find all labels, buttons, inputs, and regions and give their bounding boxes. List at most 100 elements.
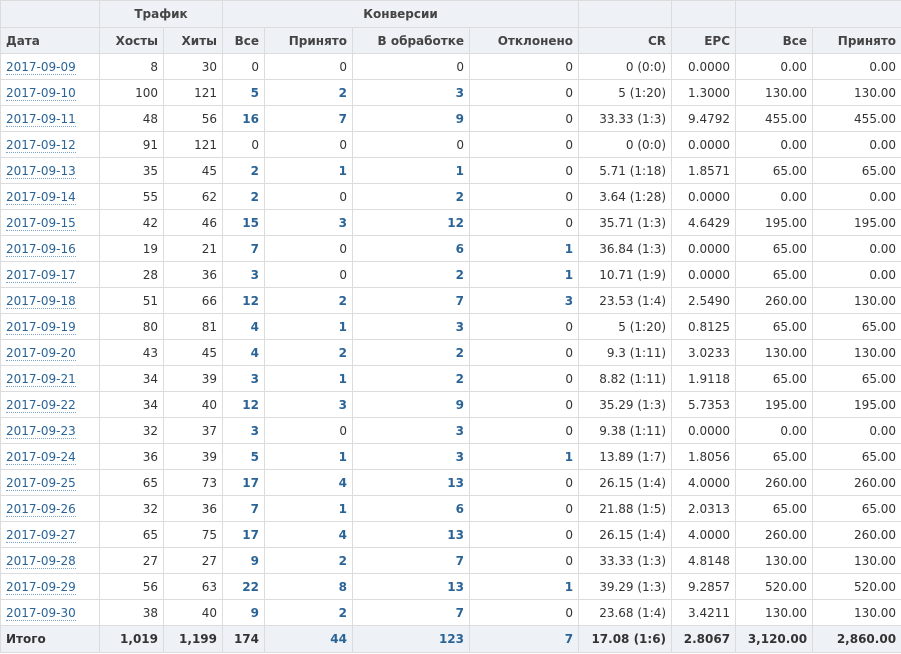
- col-header-hosts[interactable]: Хосты: [99, 27, 164, 54]
- col-header-conv-accepted[interactable]: Принято: [264, 27, 353, 54]
- conv-accepted-link[interactable]: 7: [339, 112, 347, 126]
- col-header-date[interactable]: Дата: [0, 27, 100, 54]
- conv-processing-link[interactable]: 9: [456, 112, 464, 126]
- date-link[interactable]: 2017-09-17: [6, 267, 76, 283]
- conv-accepted-link[interactable]: 1: [339, 372, 347, 386]
- conv-processing-link[interactable]: 6: [456, 242, 464, 256]
- conv-processing-link[interactable]: 2: [456, 372, 464, 386]
- conv-processing-link[interactable]: 2: [456, 268, 464, 282]
- conv-all-link[interactable]: 3: [251, 372, 259, 386]
- date-link[interactable]: 2017-09-18: [6, 293, 76, 309]
- conv-processing-link[interactable]: 3: [456, 86, 464, 100]
- date-link[interactable]: 2017-09-30: [6, 605, 76, 621]
- conv-processing-link[interactable]: 2: [456, 190, 464, 204]
- conv-all-link[interactable]: 22: [242, 580, 259, 594]
- date-link[interactable]: 2017-09-10: [6, 85, 76, 101]
- date-link[interactable]: 2017-09-21: [6, 371, 76, 387]
- date-link[interactable]: 2017-09-12: [6, 137, 76, 153]
- conv-all-link[interactable]: 15: [242, 216, 259, 230]
- conv-all-link[interactable]: 12: [242, 398, 259, 412]
- col-header-conv-processing[interactable]: В обработке: [352, 27, 470, 54]
- conv-all-link[interactable]: 5: [251, 450, 259, 464]
- conv-accepted-link[interactable]: 2: [339, 294, 347, 308]
- date-link[interactable]: 2017-09-11: [6, 111, 76, 127]
- date-link[interactable]: 2017-09-13: [6, 163, 76, 179]
- conv-all-link[interactable]: 9: [251, 554, 259, 568]
- conv-accepted-link[interactable]: 2: [339, 606, 347, 620]
- cell-hosts: 36: [99, 443, 164, 470]
- conv-accepted-link[interactable]: 4: [339, 476, 347, 490]
- conv-all-link[interactable]: 7: [251, 502, 259, 516]
- date-link[interactable]: 2017-09-29: [6, 579, 76, 595]
- cell-date: 2017-09-16: [0, 235, 100, 262]
- conv-processing-link[interactable]: 3: [456, 320, 464, 334]
- conv-all-link[interactable]: 3: [251, 424, 259, 438]
- conv-rejected-link[interactable]: 1: [565, 242, 573, 256]
- cell-conv-rejected: 0: [468, 547, 580, 574]
- date-link[interactable]: 2017-09-19: [6, 319, 76, 335]
- conv-all-link[interactable]: 3: [251, 268, 259, 282]
- conv-accepted-link[interactable]: 2: [339, 554, 347, 568]
- conv-accepted-link[interactable]: 8: [339, 580, 347, 594]
- date-link[interactable]: 2017-09-15: [6, 215, 76, 231]
- conv-processing-link[interactable]: 7: [456, 554, 464, 568]
- col-header-money-accepted[interactable]: Принято: [812, 27, 901, 54]
- conv-accepted-link[interactable]: 4: [339, 528, 347, 542]
- date-link[interactable]: 2017-09-25: [6, 475, 76, 491]
- cell-conv-rejected: 0: [468, 391, 580, 418]
- conv-accepted-link[interactable]: 1: [339, 450, 347, 464]
- conv-all-link[interactable]: 5: [251, 86, 259, 100]
- date-link[interactable]: 2017-09-22: [6, 397, 76, 413]
- conv-accepted-link[interactable]: 2: [339, 346, 347, 360]
- conv-all-link[interactable]: 2: [251, 190, 259, 204]
- col-header-hits[interactable]: Хиты: [163, 27, 223, 54]
- conv-processing-link[interactable]: 1: [456, 164, 464, 178]
- conv-processing-link[interactable]: 3: [456, 450, 464, 464]
- conv-accepted-link[interactable]: 3: [339, 216, 347, 230]
- conv-rejected-link[interactable]: 1: [565, 450, 573, 464]
- date-link[interactable]: 2017-09-20: [6, 345, 76, 361]
- conv-all-link[interactable]: 16: [242, 112, 259, 126]
- conv-processing-link[interactable]: 7: [456, 606, 464, 620]
- conv-all-link[interactable]: 4: [251, 346, 259, 360]
- conv-all-link[interactable]: 9: [251, 606, 259, 620]
- conv-accepted-link[interactable]: 2: [339, 86, 347, 100]
- conv-all-link[interactable]: 7: [251, 242, 259, 256]
- date-link[interactable]: 2017-09-24: [6, 449, 76, 465]
- conv-processing-link[interactable]: 6: [456, 502, 464, 516]
- conv-processing-link[interactable]: 2: [456, 346, 464, 360]
- conv-processing-link[interactable]: 3: [456, 424, 464, 438]
- col-header-conv-rejected[interactable]: Отклонено: [468, 27, 580, 54]
- conv-accepted-link[interactable]: 1: [339, 502, 347, 516]
- date-link[interactable]: 2017-09-09: [6, 59, 76, 75]
- col-header-money-all[interactable]: Все: [735, 27, 814, 54]
- conv-processing-link[interactable]: 13: [447, 476, 464, 490]
- date-link[interactable]: 2017-09-28: [6, 553, 76, 569]
- date-link[interactable]: 2017-09-23: [6, 423, 76, 439]
- date-link[interactable]: 2017-09-26: [6, 501, 76, 517]
- header-group-conversions: Конверсии: [221, 0, 580, 28]
- conv-all-link[interactable]: 12: [242, 294, 259, 308]
- conv-processing-link[interactable]: 9: [456, 398, 464, 412]
- cell-conv-rejected: 0: [468, 79, 580, 106]
- conv-all-link[interactable]: 4: [251, 320, 259, 334]
- col-header-cr[interactable]: CR: [578, 27, 673, 54]
- conv-processing-link[interactable]: 13: [447, 528, 464, 542]
- conv-all-link[interactable]: 17: [242, 476, 259, 490]
- conv-processing-link[interactable]: 12: [447, 216, 464, 230]
- conv-rejected-link[interactable]: 1: [565, 268, 573, 282]
- col-header-epc[interactable]: EPC: [671, 27, 737, 54]
- conv-all-link[interactable]: 17: [242, 528, 259, 542]
- col-header-conv-all[interactable]: Все: [222, 27, 265, 54]
- conv-accepted-link[interactable]: 1: [339, 164, 347, 178]
- conv-rejected-link[interactable]: 1: [565, 580, 573, 594]
- date-link[interactable]: 2017-09-14: [6, 189, 76, 205]
- conv-processing-link[interactable]: 13: [447, 580, 464, 594]
- conv-accepted-link[interactable]: 3: [339, 398, 347, 412]
- conv-processing-link[interactable]: 7: [456, 294, 464, 308]
- conv-accepted-link[interactable]: 1: [339, 320, 347, 334]
- date-link[interactable]: 2017-09-16: [6, 241, 76, 257]
- date-link[interactable]: 2017-09-27: [6, 527, 76, 543]
- conv-all-link[interactable]: 2: [251, 164, 259, 178]
- conv-rejected-link[interactable]: 3: [565, 294, 573, 308]
